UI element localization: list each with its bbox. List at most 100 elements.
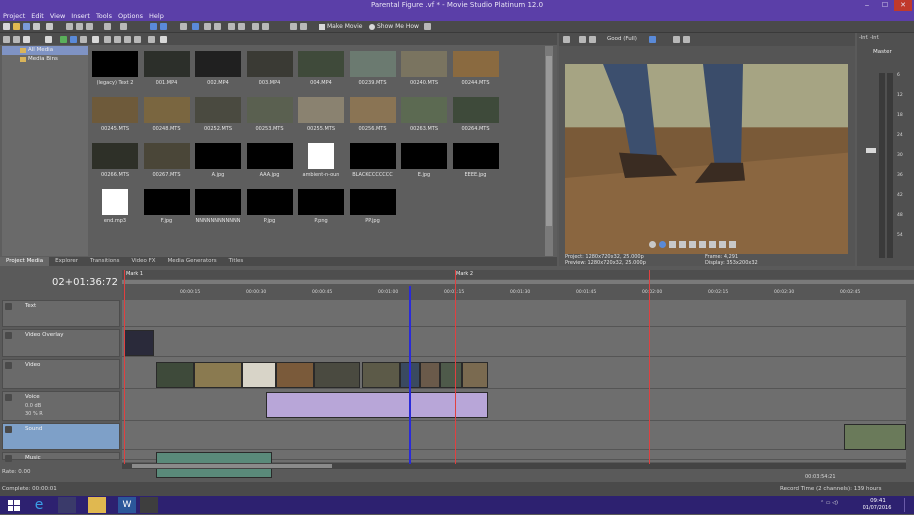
stop-icon[interactable] [104,36,111,43]
track-name[interactable]: Music [25,455,41,461]
preview-properties-icon[interactable] [563,36,570,43]
crossfade-icon[interactable] [228,23,235,30]
word-icon[interactable]: W [118,497,136,513]
menu-insert[interactable]: Insert [71,11,90,21]
media-thumbnail[interactable]: 00244.MTS [452,51,499,91]
loop-playback-icon[interactable] [649,241,656,248]
media-thumbnail[interactable]: EEEE.jpg [452,143,499,183]
media-thumbnail[interactable]: E.jpg [401,143,447,183]
menu-project[interactable]: Project [3,11,25,21]
maximize-button[interactable]: ☐ [876,0,894,11]
split-icon[interactable] [262,23,269,30]
master-fader-handle[interactable] [866,148,876,153]
copy-icon[interactable] [76,23,83,30]
track-name[interactable]: Video [25,362,40,368]
video-clip[interactable] [314,362,360,388]
preview-quality-select[interactable]: Good (Full) [607,36,637,42]
redo-icon[interactable] [120,23,127,30]
media-thumbnail[interactable]: P.png [298,189,344,229]
media-thumbnail[interactable]: 004.MP4 [298,51,344,91]
track-volume[interactable]: 0.0 dB [25,403,41,409]
media-thumbnail[interactable]: (legacy) Text 2 [92,51,138,91]
track-name[interactable]: Sound [25,426,42,432]
track-name[interactable]: Text [25,303,36,309]
video-clip[interactable] [194,362,242,388]
track-header-voice[interactable]: Voice 0.0 dB 30 % R [2,391,120,421]
show-desktop-button[interactable] [904,498,912,512]
regions-icon[interactable] [300,23,307,30]
timeline-hscroll[interactable] [122,463,906,469]
copy-snapshot-icon[interactable] [673,36,680,43]
video-clip[interactable] [462,362,488,388]
capture-icon[interactable] [13,36,20,43]
pause-icon[interactable] [679,241,686,248]
tab-transitions[interactable]: Transitions [84,257,125,266]
track-header-sound[interactable]: Sound [2,423,120,450]
track-header-video-overlay[interactable]: Video Overlay [2,329,120,357]
media-thumbnail[interactable]: AAA.jpg [246,143,293,183]
save-snapshot-icon[interactable] [683,36,690,43]
play-icon[interactable] [114,36,121,43]
media-thumbnail[interactable]: PP.jpg [349,189,396,229]
markers-icon[interactable] [290,23,297,30]
marker-1[interactable]: Mark 1 [126,271,143,277]
tab-titles[interactable]: Titles [223,257,250,266]
media-thumbnail[interactable]: 00256.MTS [349,97,396,137]
media-thumbnail[interactable]: 001.MP4 [143,51,190,91]
properties-icon[interactable] [46,23,53,30]
video-overlay-clip[interactable] [124,330,154,356]
ignore-grouping-icon[interactable] [214,23,221,30]
video-clip[interactable] [420,362,440,388]
paste-icon[interactable] [86,23,93,30]
next-frame-icon[interactable] [729,241,736,248]
go-to-end-icon[interactable] [709,241,716,248]
auto-ripple-icon[interactable] [192,23,199,30]
external-monitor-icon[interactable] [579,36,586,43]
normal-edit-tool-icon[interactable] [150,23,157,30]
media-fx-icon[interactable] [70,36,77,43]
file-explorer-icon[interactable] [88,497,106,513]
menu-options[interactable]: Options [118,11,143,21]
media-thumbnail[interactable]: F.jpg [143,189,190,229]
media-thumbnail[interactable]: ambient-n-oun [298,143,344,183]
render-icon[interactable] [33,23,40,30]
media-thumbnail[interactable]: 00253.MTS [246,97,293,137]
menu-help[interactable]: Help [149,11,164,21]
show-me-how-button[interactable]: Show Me How [368,22,419,32]
media-views-icon[interactable] [160,36,167,43]
video-clip[interactable] [440,362,462,388]
marker-2[interactable]: Mark 2 [456,271,473,277]
open-icon[interactable] [13,23,20,30]
video-clip[interactable] [156,362,194,388]
volume-icon[interactable] [148,36,155,43]
track-lane[interactable] [122,329,906,357]
stop-icon[interactable] [689,241,696,248]
video-clip[interactable] [276,362,314,388]
play-icon[interactable] [669,241,676,248]
remove-media-icon[interactable] [45,36,52,43]
internet-explorer-icon[interactable]: e [30,497,48,513]
views-icon[interactable] [80,36,87,43]
auto-preview-icon[interactable] [124,36,131,43]
media-thumbnail[interactable]: 00255.MTS [298,97,344,137]
menu-tools[interactable]: Tools [96,11,112,21]
auto-crossfade-icon[interactable] [238,23,245,30]
track-lane[interactable] [122,423,906,450]
media-thumbnail[interactable]: 00240.MTS [401,51,447,91]
loop-icon[interactable] [134,36,141,43]
media-thumbnail[interactable]: end.mp3 [92,189,138,229]
media-thumbnail[interactable]: BLACKCCCCCCC [349,143,396,183]
track-name[interactable]: Video Overlay [25,332,64,338]
save-icon[interactable] [23,23,30,30]
track-name[interactable]: Voice [25,394,40,400]
loop-region-bar[interactable] [122,280,914,284]
media-scrollbar[interactable] [545,46,553,256]
undo-icon[interactable] [104,23,111,30]
media-thumbnail[interactable]: NNNNNNNNNNNN [195,189,241,229]
overlays-icon[interactable] [649,36,656,43]
menu-view[interactable]: View [50,11,65,21]
scrollbar-thumb[interactable] [546,56,552,226]
media-thumbnail[interactable]: 003.MP4 [246,51,293,91]
windows-start-icon[interactable] [6,497,24,513]
play-from-start-icon[interactable] [659,241,666,248]
